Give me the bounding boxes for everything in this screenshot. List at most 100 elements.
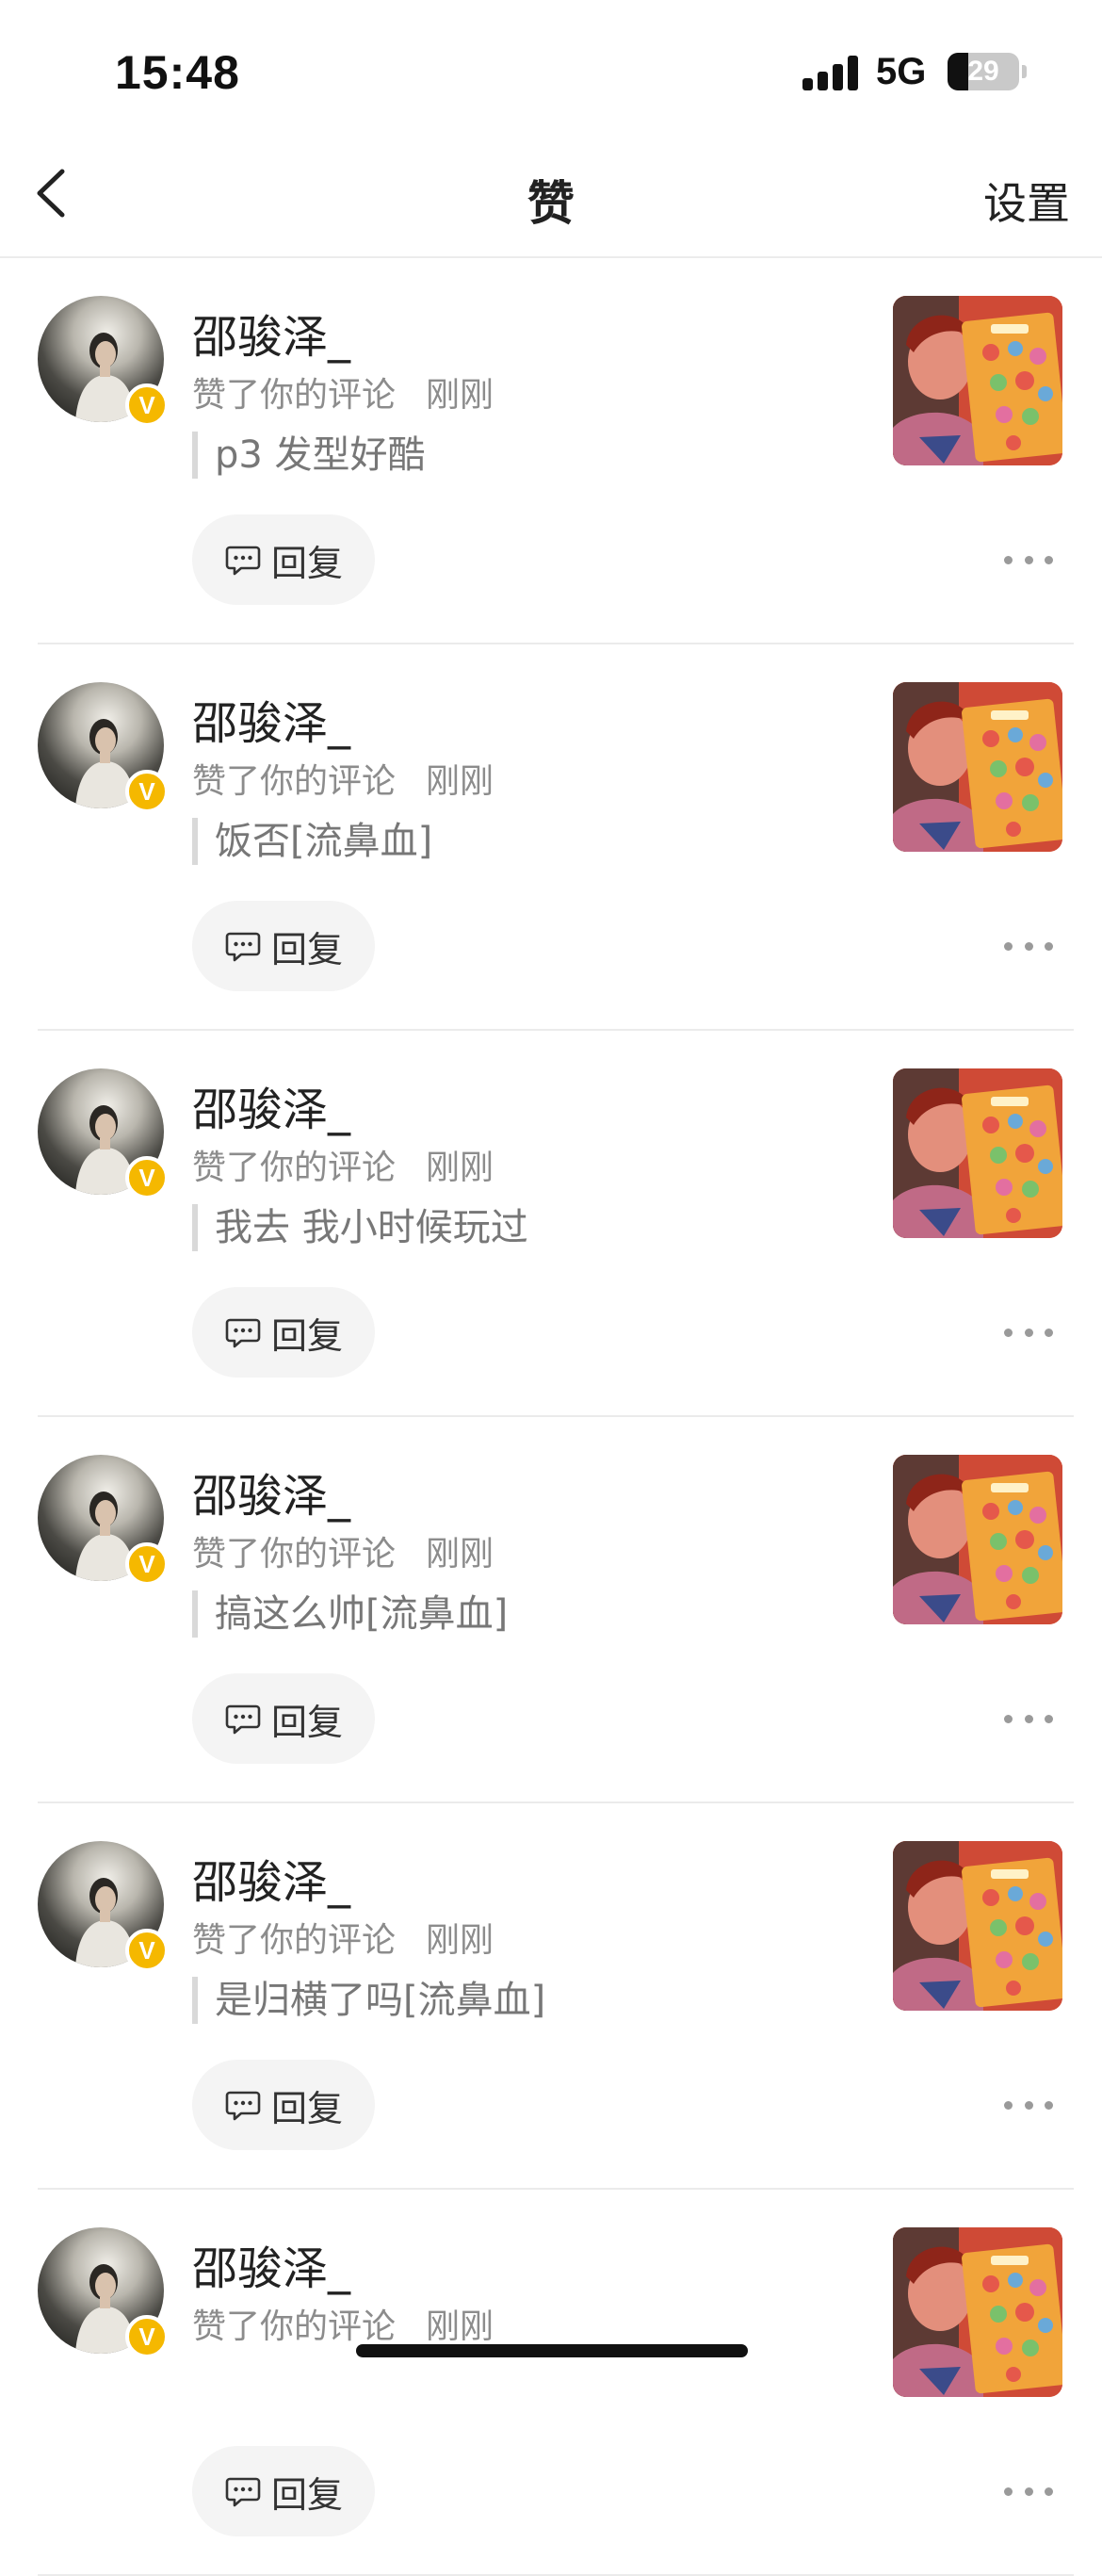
more-horizontal-icon: [1004, 2486, 1013, 2496]
more-dot: [1024, 2486, 1033, 2496]
home-indicator[interactable]: [356, 2344, 748, 2357]
list-item[interactable]: V 邵骏泽_ 赞了你的评论 刚刚 p3 发型好酷 回复: [0, 258, 1102, 644]
status-bar: 15:48 5G 29: [0, 0, 1102, 141]
avatar[interactable]: V: [38, 1841, 169, 1972]
list-item[interactable]: V 邵骏泽_ 赞了你的评论 刚刚 我去 我小时候玩过 回复: [0, 1031, 1102, 1417]
comment-quote[interactable]: 是归横了吗[流鼻血]: [192, 1977, 545, 2024]
more-horizontal-icon: [1004, 1328, 1013, 1337]
notification-time: 刚刚: [426, 2307, 494, 2346]
battery-icon: 29: [948, 53, 1019, 90]
list-item[interactable]: V 邵骏泽_ 赞了你的评论 刚刚 回复: [0, 2190, 1102, 2576]
notification-meta: 赞了你的评论 刚刚: [192, 1913, 494, 1962]
post-thumbnail[interactable]: [893, 1455, 1062, 1624]
more-options-button[interactable]: [1004, 1315, 1053, 1349]
verified-badge-icon: V: [125, 770, 169, 813]
notification-action: 赞了你的评论: [192, 2307, 397, 2346]
reply-label: 回复: [270, 1314, 343, 1357]
comment-quote[interactable]: 搞这么帅[流鼻血]: [192, 1590, 508, 1638]
avatar[interactable]: V: [38, 2227, 169, 2358]
user-name[interactable]: 邵骏泽_: [192, 300, 350, 366]
more-dot: [1045, 1714, 1053, 1723]
reply-label: 回复: [270, 2473, 343, 2516]
more-horizontal-icon: [1004, 2100, 1013, 2110]
post-thumbnail[interactable]: [893, 296, 1062, 465]
notification-meta: 赞了你的评论 刚刚: [192, 754, 494, 803]
user-name[interactable]: 邵骏泽_: [192, 1845, 350, 1911]
notification-action: 赞了你的评论: [192, 762, 397, 801]
list-item[interactable]: V 邵骏泽_ 赞了你的评论 刚刚 搞这么帅[流鼻血] 回复: [0, 1417, 1102, 1803]
reply-button[interactable]: 回复: [192, 514, 375, 605]
avatar[interactable]: V: [38, 296, 169, 427]
avatar[interactable]: V: [38, 1068, 169, 1199]
verified-badge-icon: V: [125, 383, 169, 427]
notification-time: 刚刚: [426, 1149, 494, 1187]
more-options-button[interactable]: [1004, 543, 1053, 577]
comment-bubble-icon: [225, 2091, 261, 2121]
comment-bubble-icon: [225, 1704, 261, 1735]
reply-button[interactable]: 回复: [192, 1287, 375, 1378]
more-dot: [1024, 555, 1033, 564]
comment-bubble-icon: [225, 546, 261, 576]
cellular-signal-icon: [802, 55, 859, 90]
more-dot: [1024, 1328, 1033, 1337]
reply-button[interactable]: 回复: [192, 901, 375, 991]
more-dot: [1045, 2100, 1053, 2110]
page-title: 赞: [527, 176, 575, 231]
avatar[interactable]: V: [38, 1455, 169, 1586]
comment-quote[interactable]: 饭否[流鼻血]: [192, 818, 432, 865]
notification-action: 赞了你的评论: [192, 376, 397, 415]
more-horizontal-icon: [1004, 1714, 1013, 1723]
list-item[interactable]: V 邵骏泽_ 赞了你的评论 刚刚 是归横了吗[流鼻血] 回复: [0, 1803, 1102, 2190]
more-dot: [1024, 941, 1033, 951]
user-name[interactable]: 邵骏泽_: [192, 2231, 350, 2297]
more-dot: [1045, 1328, 1053, 1337]
verified-badge-icon: V: [125, 2315, 169, 2358]
battery-level: 29: [967, 56, 999, 87]
user-name[interactable]: 邵骏泽_: [192, 1072, 350, 1138]
notification-time: 刚刚: [426, 762, 494, 801]
notification-action: 赞了你的评论: [192, 1535, 397, 1573]
nav-bar: 赞 设置: [0, 141, 1102, 258]
comment-quote[interactable]: p3 发型好酷: [192, 432, 426, 479]
verified-badge-icon: V: [125, 1156, 169, 1199]
post-thumbnail[interactable]: [893, 2227, 1062, 2397]
more-horizontal-icon: [1004, 941, 1013, 951]
more-dot: [1045, 941, 1053, 951]
reply-label: 回复: [270, 2087, 343, 2129]
reply-label: 回复: [270, 928, 343, 970]
status-time: 15:48: [115, 46, 240, 99]
more-dot: [1024, 2100, 1033, 2110]
more-options-button[interactable]: [1004, 1702, 1053, 1736]
post-thumbnail[interactable]: [893, 682, 1062, 852]
network-type: 5G: [876, 51, 927, 92]
notification-meta: 赞了你的评论 刚刚: [192, 367, 494, 416]
notification-time: 刚刚: [426, 1535, 494, 1573]
more-options-button[interactable]: [1004, 2088, 1053, 2122]
comment-bubble-icon: [225, 1318, 261, 1348]
verified-badge-icon: V: [125, 1929, 169, 1972]
post-thumbnail[interactable]: [893, 1068, 1062, 1238]
user-name[interactable]: 邵骏泽_: [192, 686, 350, 752]
comment-bubble-icon: [225, 932, 261, 962]
reply-button[interactable]: 回复: [192, 2446, 375, 2536]
settings-button[interactable]: 设置: [983, 170, 1070, 232]
notification-time: 刚刚: [426, 376, 494, 415]
reply-button[interactable]: 回复: [192, 2060, 375, 2150]
more-dot: [1024, 1714, 1033, 1723]
battery-cap: [1022, 65, 1027, 78]
notification-list: V 邵骏泽_ 赞了你的评论 刚刚 p3 发型好酷 回复 V 邵骏泽_ 赞了你的评…: [0, 258, 1102, 2576]
more-options-button[interactable]: [1004, 2474, 1053, 2508]
reply-button[interactable]: 回复: [192, 1673, 375, 1764]
notification-meta: 赞了你的评论 刚刚: [192, 1526, 494, 1575]
notification-action: 赞了你的评论: [192, 1921, 397, 1960]
comment-bubble-icon: [225, 2477, 261, 2507]
notification-meta: 赞了你的评论 刚刚: [192, 2299, 494, 2348]
avatar[interactable]: V: [38, 682, 169, 813]
comment-quote[interactable]: 我去 我小时候玩过: [192, 1204, 528, 1251]
post-thumbnail[interactable]: [893, 1841, 1062, 2011]
reply-label: 回复: [270, 542, 343, 584]
more-options-button[interactable]: [1004, 929, 1053, 963]
user-name[interactable]: 邵骏泽_: [192, 1459, 350, 1524]
list-item[interactable]: V 邵骏泽_ 赞了你的评论 刚刚 饭否[流鼻血] 回复: [0, 644, 1102, 1031]
more-horizontal-icon: [1004, 555, 1013, 564]
